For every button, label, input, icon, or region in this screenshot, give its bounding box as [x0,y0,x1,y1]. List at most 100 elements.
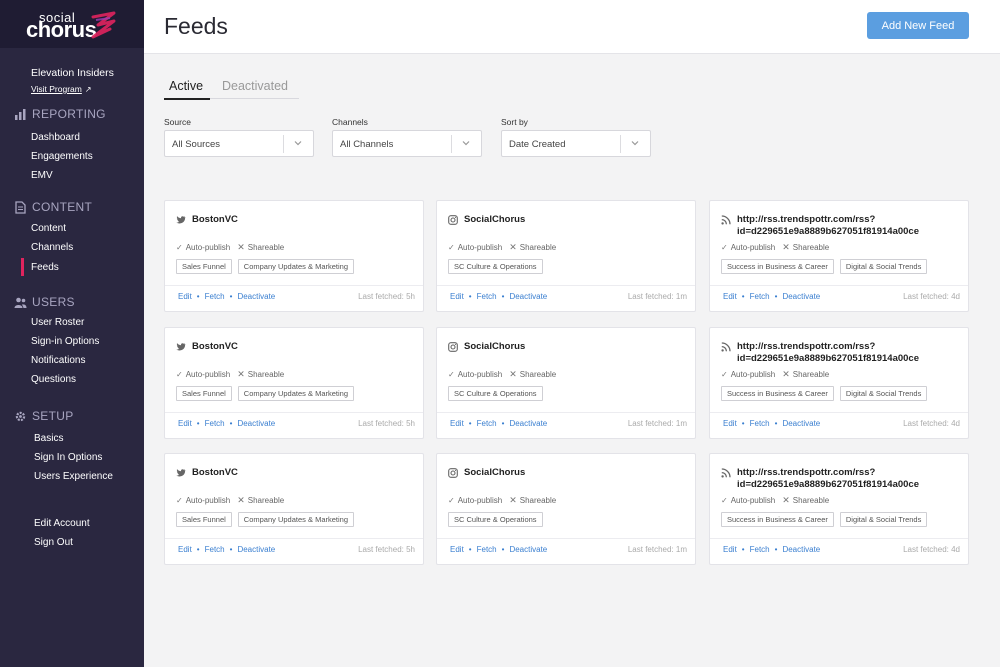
auto-publish-label: Auto-publish [185,243,231,252]
logo[interactable]: social chorus [0,0,144,48]
last-fetched: Last fetched: 4d [903,545,960,554]
logo-text-chorus: chorus [26,17,97,42]
fetch-link[interactable]: Fetch [205,545,225,554]
feed-flags: ✓ Auto-publish ✕ Shareable [721,242,829,253]
auto-publish-label: Auto-publish [730,496,776,505]
card-divider [165,412,423,413]
last-fetched: Last fetched: 5h [358,419,415,428]
feed-tag: SC Culture & Operations [448,259,543,274]
fetch-link[interactable]: Fetch [205,419,225,428]
feed-card: BostonVC ✓ Auto-publish ✕ Shareable Sale… [164,453,424,565]
x-icon: ✕ [237,369,245,379]
separator-dot: • [229,292,233,301]
sign-out-link[interactable]: Sign Out [34,537,73,548]
fetch-link[interactable]: Fetch [477,545,497,554]
chevron-down-icon [462,141,470,146]
feed-actions: Edit • Fetch • Deactivate [178,545,275,554]
fetch-link[interactable]: Fetch [750,545,770,554]
edit-account-link[interactable]: Edit Account [34,518,90,529]
deactivate-link[interactable]: Deactivate [782,419,820,428]
users-icon [14,297,27,308]
sidebar-item-engagements[interactable]: Engagements [31,151,93,162]
sidebar-item-sign-in-options[interactable]: Sign-in Options [31,336,99,347]
deactivate-link[interactable]: Deactivate [237,292,275,301]
feed-flags: ✓ Auto-publish ✕ Shareable [448,242,556,253]
shareable-label: Shareable [247,243,285,252]
feed-card: http://rss.trendspottr.com/rss?id=d22965… [709,453,969,565]
sidebar-item-questions[interactable]: Questions [31,374,76,385]
edit-link[interactable]: Edit [178,545,192,554]
separator-dot: • [468,419,472,428]
section-setup-label: SETUP [32,409,74,423]
sidebar: social chorus Elevation Insiders Visit P… [0,0,144,667]
fetch-link[interactable]: Fetch [750,292,770,301]
feed-title: http://rss.trendspottr.com/rss?id=d22965… [737,467,919,490]
feed-flags: ✓ Auto-publish ✕ Shareable [176,369,284,380]
sidebar-item-feeds[interactable]: Feeds [21,258,59,276]
visit-program-label: Visit Program [31,84,82,94]
visit-program-link[interactable]: Visit Program ↗ [31,84,92,94]
sidebar-item-basics[interactable]: Basics [34,433,63,444]
deactivate-link[interactable]: Deactivate [509,419,547,428]
tab-bar: Active Deactivated [164,77,299,100]
last-fetched: Last fetched: 5h [358,545,415,554]
rss-icon [721,215,731,225]
deactivate-link[interactable]: Deactivate [237,545,275,554]
select-divider [451,135,452,153]
feed-tags: Sales Funnel Company Updates & Marketing [176,512,354,527]
edit-link[interactable]: Edit [178,292,192,301]
feed-title: SocialChorus [464,341,526,352]
channels-filter-label: Channels [332,117,368,127]
feed-tag: Success in Business & Career [721,386,834,401]
edit-link[interactable]: Edit [450,419,464,428]
sidebar-item-dashboard[interactable]: Dashboard [31,132,80,143]
sidebar-item-user-roster[interactable]: User Roster [31,317,84,328]
edit-link[interactable]: Edit [450,292,464,301]
feed-tags: Success in Business & Career Digital & So… [721,259,928,274]
instagram-icon [448,468,458,478]
deactivate-link[interactable]: Deactivate [237,419,275,428]
feed-tag: SC Culture & Operations [448,386,543,401]
shareable-label: Shareable [519,243,557,252]
edit-link[interactable]: Edit [723,292,737,301]
deactivate-link[interactable]: Deactivate [782,292,820,301]
edit-link[interactable]: Edit [723,545,737,554]
sidebar-item-emv[interactable]: EMV [31,170,53,181]
add-new-feed-button[interactable]: Add New Feed [867,12,969,39]
card-divider [437,538,695,539]
sidebar-item-notifications[interactable]: Notifications [31,355,85,366]
sort-by-select[interactable]: Date Created [501,130,651,157]
edit-link[interactable]: Edit [723,419,737,428]
sidebar-item-channels[interactable]: Channels [31,242,73,253]
deactivate-link[interactable]: Deactivate [509,545,547,554]
feed-flags: ✓ Auto-publish ✕ Shareable [721,495,829,506]
feed-tag: Sales Funnel [176,259,232,274]
feed-flags: ✓ Auto-publish ✕ Shareable [721,369,829,380]
sidebar-item-sign-in-options-setup[interactable]: Sign In Options [34,452,102,463]
edit-link[interactable]: Edit [450,545,464,554]
chevron-down-icon [631,141,639,146]
section-setup: SETUP [14,409,74,423]
separator-dot: • [741,419,745,428]
fetch-link[interactable]: Fetch [477,419,497,428]
last-fetched: Last fetched: 1m [627,292,687,301]
shareable-label: Shareable [792,243,830,252]
sidebar-item-content[interactable]: Content [31,223,66,234]
edit-link[interactable]: Edit [178,419,192,428]
feed-tag: Company Updates & Marketing [237,512,354,527]
deactivate-link[interactable]: Deactivate [782,545,820,554]
tab-active[interactable]: Active [169,79,203,93]
source-select[interactable]: All Sources [164,130,314,157]
tab-deactivated[interactable]: Deactivated [222,79,288,93]
fetch-link[interactable]: Fetch [205,292,225,301]
deactivate-link[interactable]: Deactivate [509,292,547,301]
sidebar-item-users-experience[interactable]: Users Experience [34,471,113,482]
feed-tag: Digital & Social Trends [839,386,928,401]
rss-icon [721,342,731,352]
check-icon: ✓ [721,243,728,252]
feed-tags: Sales Funnel Company Updates & Marketing [176,259,354,274]
channels-select[interactable]: All Channels [332,130,482,157]
fetch-link[interactable]: Fetch [477,292,497,301]
fetch-link[interactable]: Fetch [750,419,770,428]
feed-title: http://rss.trendspottr.com/rss?id=d22965… [737,341,919,364]
